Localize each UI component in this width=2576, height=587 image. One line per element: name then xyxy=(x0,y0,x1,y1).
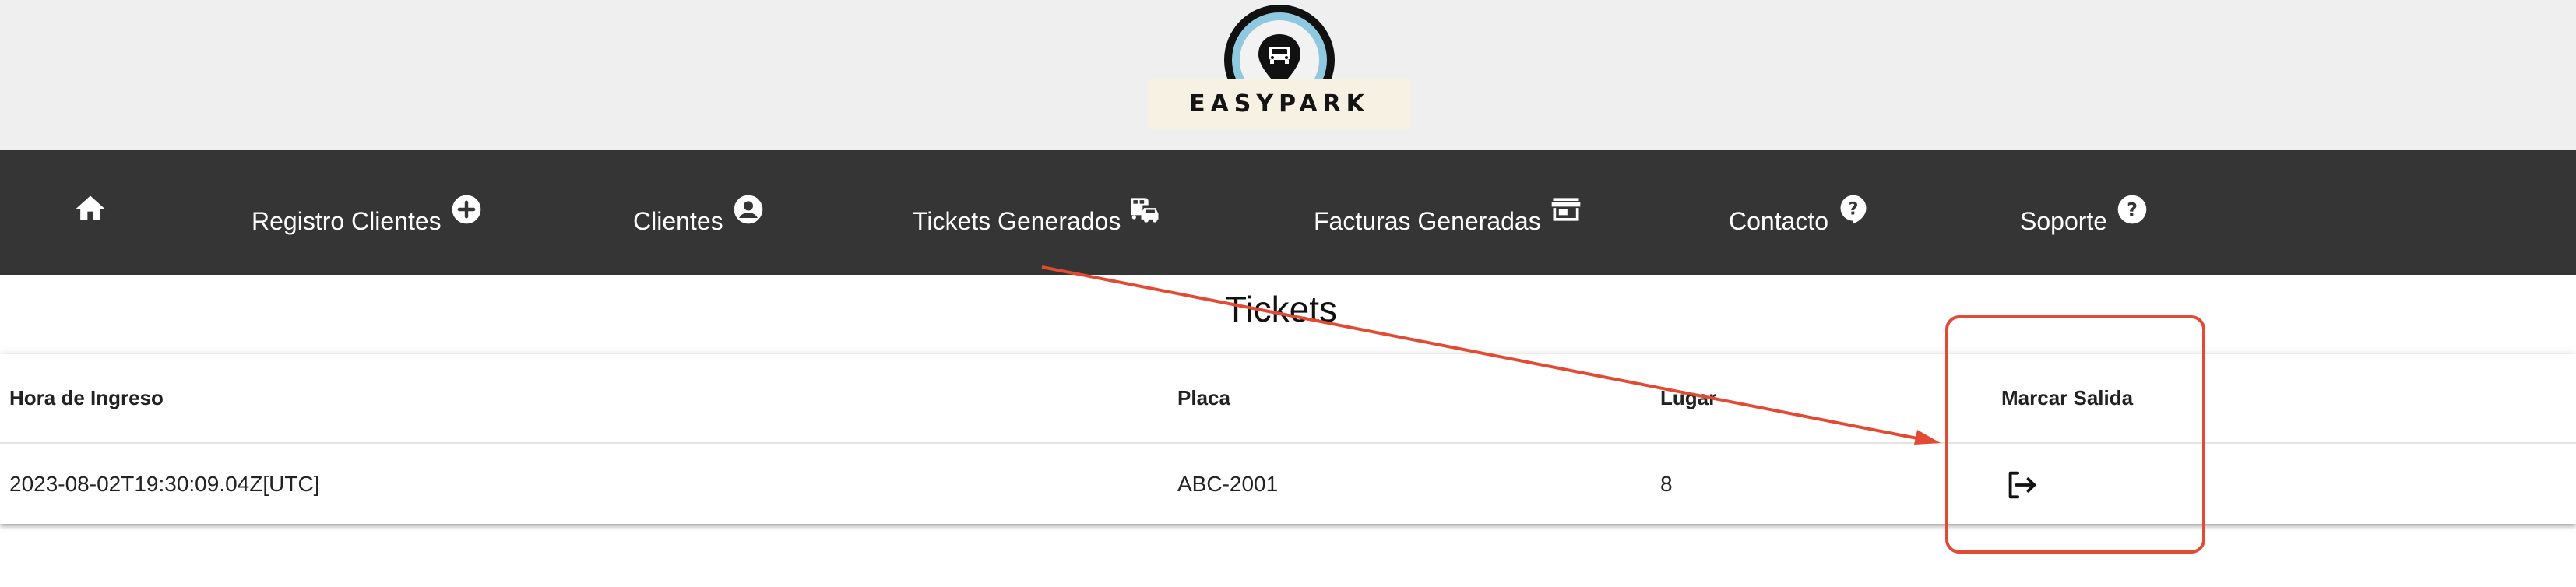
help-bubble-icon: ? xyxy=(1836,192,1870,227)
store-icon xyxy=(1549,192,1583,227)
main-navbar: Registro Clientes Clientes Tickets Gener… xyxy=(0,150,2576,275)
cell-hora-ingreso: 2023-08-02T19:30:09.04Z[UTC] xyxy=(9,472,320,496)
column-header-lugar: Lugar xyxy=(1660,386,1717,409)
app-root: EASYPARK Registro Clientes Clientes Tick… xyxy=(0,0,2576,587)
plus-circle-icon xyxy=(449,192,484,227)
cell-placa: ABC-2001 xyxy=(1177,472,1279,496)
page-title: Tickets xyxy=(1225,289,1337,329)
svg-text:?: ? xyxy=(1849,199,1859,219)
cell-lugar: 8 xyxy=(1660,472,1673,496)
nav-item-clientes[interactable]: Clientes xyxy=(633,150,765,275)
help-circle-icon: ? xyxy=(2115,192,2149,227)
brand-name: EASYPARK xyxy=(1189,90,1370,118)
brand-plate: EASYPARK xyxy=(1148,79,1411,129)
nav-item-home[interactable] xyxy=(73,150,107,275)
car-bus-icon xyxy=(1128,192,1163,227)
nav-label: Contacto xyxy=(1729,206,1829,235)
top-header: EASYPARK xyxy=(0,0,2576,150)
nav-item-registro-clientes[interactable]: Registro Clientes xyxy=(252,150,484,275)
home-icon xyxy=(73,192,107,226)
nav-item-contacto[interactable]: Contacto ? xyxy=(1729,150,1870,275)
svg-text:?: ? xyxy=(2127,199,2138,220)
nav-item-tickets-generados[interactable]: Tickets Generados xyxy=(913,150,1163,275)
nav-item-facturas-generadas[interactable]: Facturas Generadas xyxy=(1314,150,1583,275)
nav-label: Clientes xyxy=(633,206,723,235)
account-circle-icon xyxy=(731,192,765,227)
annotation-highlight-box xyxy=(1945,315,2205,554)
nav-label: Tickets Generados xyxy=(913,206,1121,235)
nav-item-soporte[interactable]: Soporte ? xyxy=(2020,150,2149,275)
nav-label: Registro Clientes xyxy=(252,206,442,235)
column-header-hora-ingreso: Hora de Ingreso xyxy=(9,386,164,409)
column-header-placa: Placa xyxy=(1177,386,1230,409)
nav-label: Soporte xyxy=(2020,206,2108,235)
nav-label: Facturas Generadas xyxy=(1314,206,1541,235)
